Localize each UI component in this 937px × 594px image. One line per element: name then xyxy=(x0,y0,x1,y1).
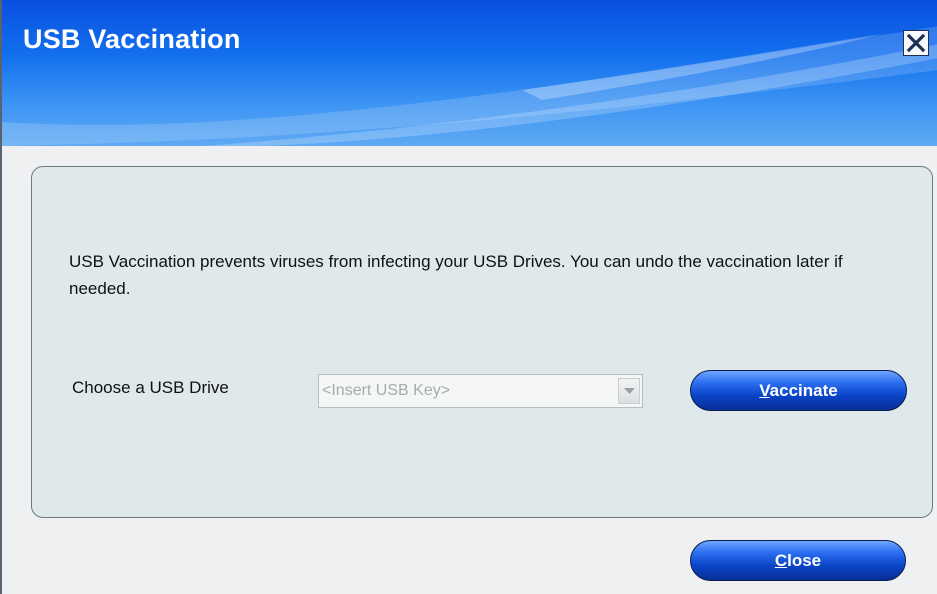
usb-drive-select-value: <Insert USB Key> xyxy=(322,382,451,399)
title-bar-swoosh-decoration xyxy=(2,26,937,146)
content-panel: USB Vaccination prevents viruses from in… xyxy=(31,166,933,518)
description-text: USB Vaccination prevents viruses from in… xyxy=(69,252,843,298)
close-button-label: lose xyxy=(787,551,822,570)
vaccinate-button-accelerator: V xyxy=(759,381,770,400)
usb-drive-label: Choose a USB Drive xyxy=(72,378,229,397)
close-x-icon[interactable] xyxy=(903,30,929,56)
usb-drive-select[interactable]: <Insert USB Key> xyxy=(318,374,643,408)
close-button[interactable]: Close xyxy=(690,540,906,581)
close-button-accelerator: C xyxy=(774,551,788,570)
vaccinate-button-label: accinate xyxy=(769,381,838,400)
chevron-down-icon[interactable] xyxy=(618,378,640,404)
usb-vaccination-dialog: USB Vaccination USB Vaccination prevents… xyxy=(0,0,937,594)
dialog-title: USB Vaccination xyxy=(23,24,241,54)
title-bar: USB Vaccination xyxy=(2,0,937,146)
vaccinate-button[interactable]: Vaccinate xyxy=(690,370,907,411)
